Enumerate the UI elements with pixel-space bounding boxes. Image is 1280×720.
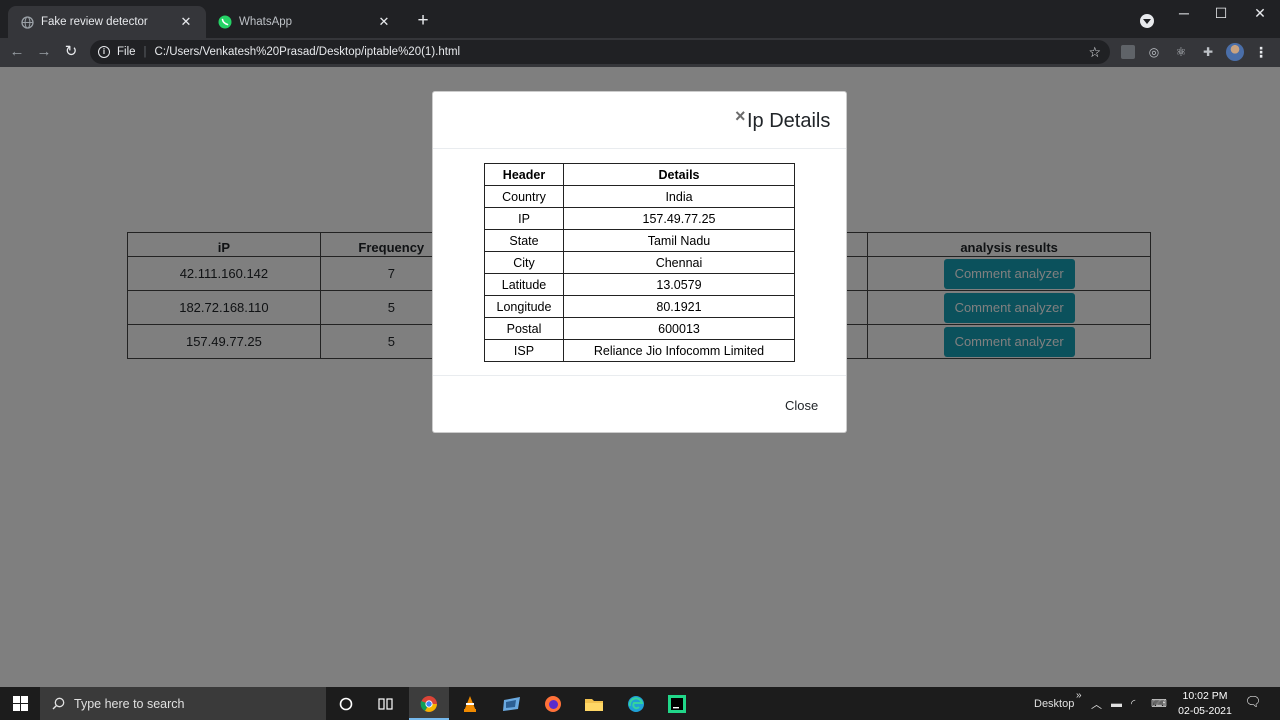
tab-title: Fake review detector (41, 16, 148, 28)
tab-search-icon[interactable] (1140, 14, 1154, 28)
windows-logo-icon (12, 696, 28, 711)
detail-key: Longitude (484, 295, 564, 318)
clock-time: 10:02 PM (1182, 690, 1228, 702)
address-bar[interactable]: i File | C:/Users/Venkatesh%20Prasad/Des… (90, 40, 1110, 64)
table-row: Country India (484, 185, 795, 208)
maximize-icon[interactable]: ☐ (1206, 4, 1236, 22)
globe-icon (20, 15, 34, 29)
table-row: State Tamil Nadu (484, 229, 795, 252)
taskbar-clock[interactable]: 10:02 PM 02-05-2021 (1172, 689, 1238, 718)
modal-header: × Ip Details (433, 92, 846, 149)
taskbar-search[interactable]: Type here to search (40, 687, 326, 720)
address-scheme: File (117, 46, 136, 58)
detail-value: 600013 (563, 317, 795, 340)
show-hidden-icons-icon[interactable]: ︿ (1091, 687, 1102, 720)
detail-value: Reliance Jio Infocomm Limited (563, 339, 795, 362)
cortana-icon[interactable] (334, 692, 358, 716)
tab-whatsapp[interactable]: WhatsApp ✕ (206, 6, 404, 38)
menu-kebab-icon[interactable]: ⋮ (1254, 43, 1268, 61)
ip-details-modal: × Ip Details Header Details Country India… (432, 91, 847, 433)
detail-key: Country (484, 185, 564, 208)
column-header-details: Details (563, 163, 795, 186)
edge-icon[interactable] (624, 692, 648, 716)
close-button[interactable]: Close (785, 398, 818, 413)
search-icon (51, 697, 65, 711)
task-view-icon[interactable] (374, 692, 398, 716)
detail-key: City (484, 251, 564, 274)
detail-value: Chennai (563, 251, 795, 274)
detail-value: 13.0579 (563, 273, 795, 296)
tab-fake-review-detector[interactable]: Fake review detector ✕ (8, 6, 206, 38)
pycharm-icon[interactable] (665, 692, 689, 716)
table-row: City Chennai (484, 251, 795, 274)
tab-title: WhatsApp (239, 16, 293, 28)
table-row: Longitude 80.1921 (484, 295, 795, 318)
minimize-icon[interactable]: ─ (1169, 4, 1199, 22)
detail-key: ISP (484, 339, 564, 362)
bookmark-star-icon[interactable]: ☆ (1088, 44, 1101, 61)
windows-taskbar: Type here to search Desktop » ︿ ▬ ◜ ⌨ 10… (0, 687, 1280, 720)
browser-toolbar: ← → ↻ i File | C:/Users/Venkatesh%20Pras… (0, 38, 1280, 67)
page-viewport: iP Frequency analysis results 42.111.160… (0, 67, 1280, 687)
whatsapp-icon (218, 15, 232, 29)
firefox-icon[interactable] (541, 692, 565, 716)
modal-title: Ip Details (747, 110, 831, 132)
modal-close-icon[interactable]: × (735, 106, 746, 126)
address-url: C:/Users/Venkatesh%20Prasad/Desktop/ipta… (154, 46, 461, 58)
close-tab-icon[interactable]: ✕ (376, 14, 392, 30)
start-button[interactable] (0, 687, 40, 720)
modal-footer: Close (433, 375, 846, 432)
back-icon[interactable]: ← (6, 41, 28, 63)
table-row: ISP Reliance Jio Infocomm Limited (484, 339, 795, 362)
toolbar-chevron-icon[interactable]: » (1076, 679, 1082, 712)
app-icon[interactable] (500, 692, 524, 716)
detail-value: India (563, 185, 795, 208)
new-tab-button[interactable]: + (414, 11, 432, 30)
detail-key: Latitude (484, 273, 564, 296)
detail-value: Tamil Nadu (563, 229, 795, 252)
notifications-icon[interactable]: 🗨 (1244, 694, 1262, 712)
ip-details-table: Header Details Country India IP 157.49.77.… (484, 163, 795, 362)
close-window-icon[interactable]: ✕ (1245, 4, 1275, 22)
forward-icon[interactable]: → (33, 41, 55, 63)
column-header-header: Header (484, 163, 564, 186)
wifi-icon[interactable]: ◜ (1131, 687, 1135, 720)
browser-tabstrip: Fake review detector ✕ WhatsApp ✕ + ─ ☐ … (0, 0, 1280, 38)
extension-target-icon[interactable]: ◎ (1147, 45, 1161, 59)
desktop-toolbar-label[interactable]: Desktop (1034, 687, 1074, 720)
chrome-icon[interactable] (417, 692, 441, 716)
extensions-puzzle-icon[interactable]: ✚ (1201, 45, 1215, 59)
detail-value: 157.49.77.25 (563, 207, 795, 230)
close-tab-icon[interactable]: ✕ (178, 14, 194, 30)
table-row: IP 157.49.77.25 (484, 207, 795, 230)
extension-react-icon[interactable]: ⚛ (1174, 45, 1188, 59)
detail-key: Postal (484, 317, 564, 340)
table-header-row: Header Details (484, 163, 795, 186)
table-row: Postal 600013 (484, 317, 795, 340)
clock-date: 02-05-2021 (1178, 704, 1232, 717)
search-placeholder: Type here to search (74, 696, 185, 711)
vlc-icon[interactable] (458, 692, 482, 716)
profile-avatar[interactable] (1226, 43, 1244, 61)
battery-icon[interactable]: ▬ (1111, 687, 1122, 720)
keyboard-icon[interactable]: ⌨ (1151, 687, 1167, 720)
file-explorer-icon[interactable] (582, 692, 606, 716)
table-row: Latitude 13.0579 (484, 273, 795, 296)
address-separator: | (143, 46, 147, 58)
detail-key: State (484, 229, 564, 252)
info-icon[interactable]: i (98, 46, 110, 58)
detail-key: IP (484, 207, 564, 230)
extension-icon[interactable] (1121, 45, 1135, 59)
reload-icon[interactable]: ↻ (60, 41, 82, 63)
detail-value: 80.1921 (563, 295, 795, 318)
